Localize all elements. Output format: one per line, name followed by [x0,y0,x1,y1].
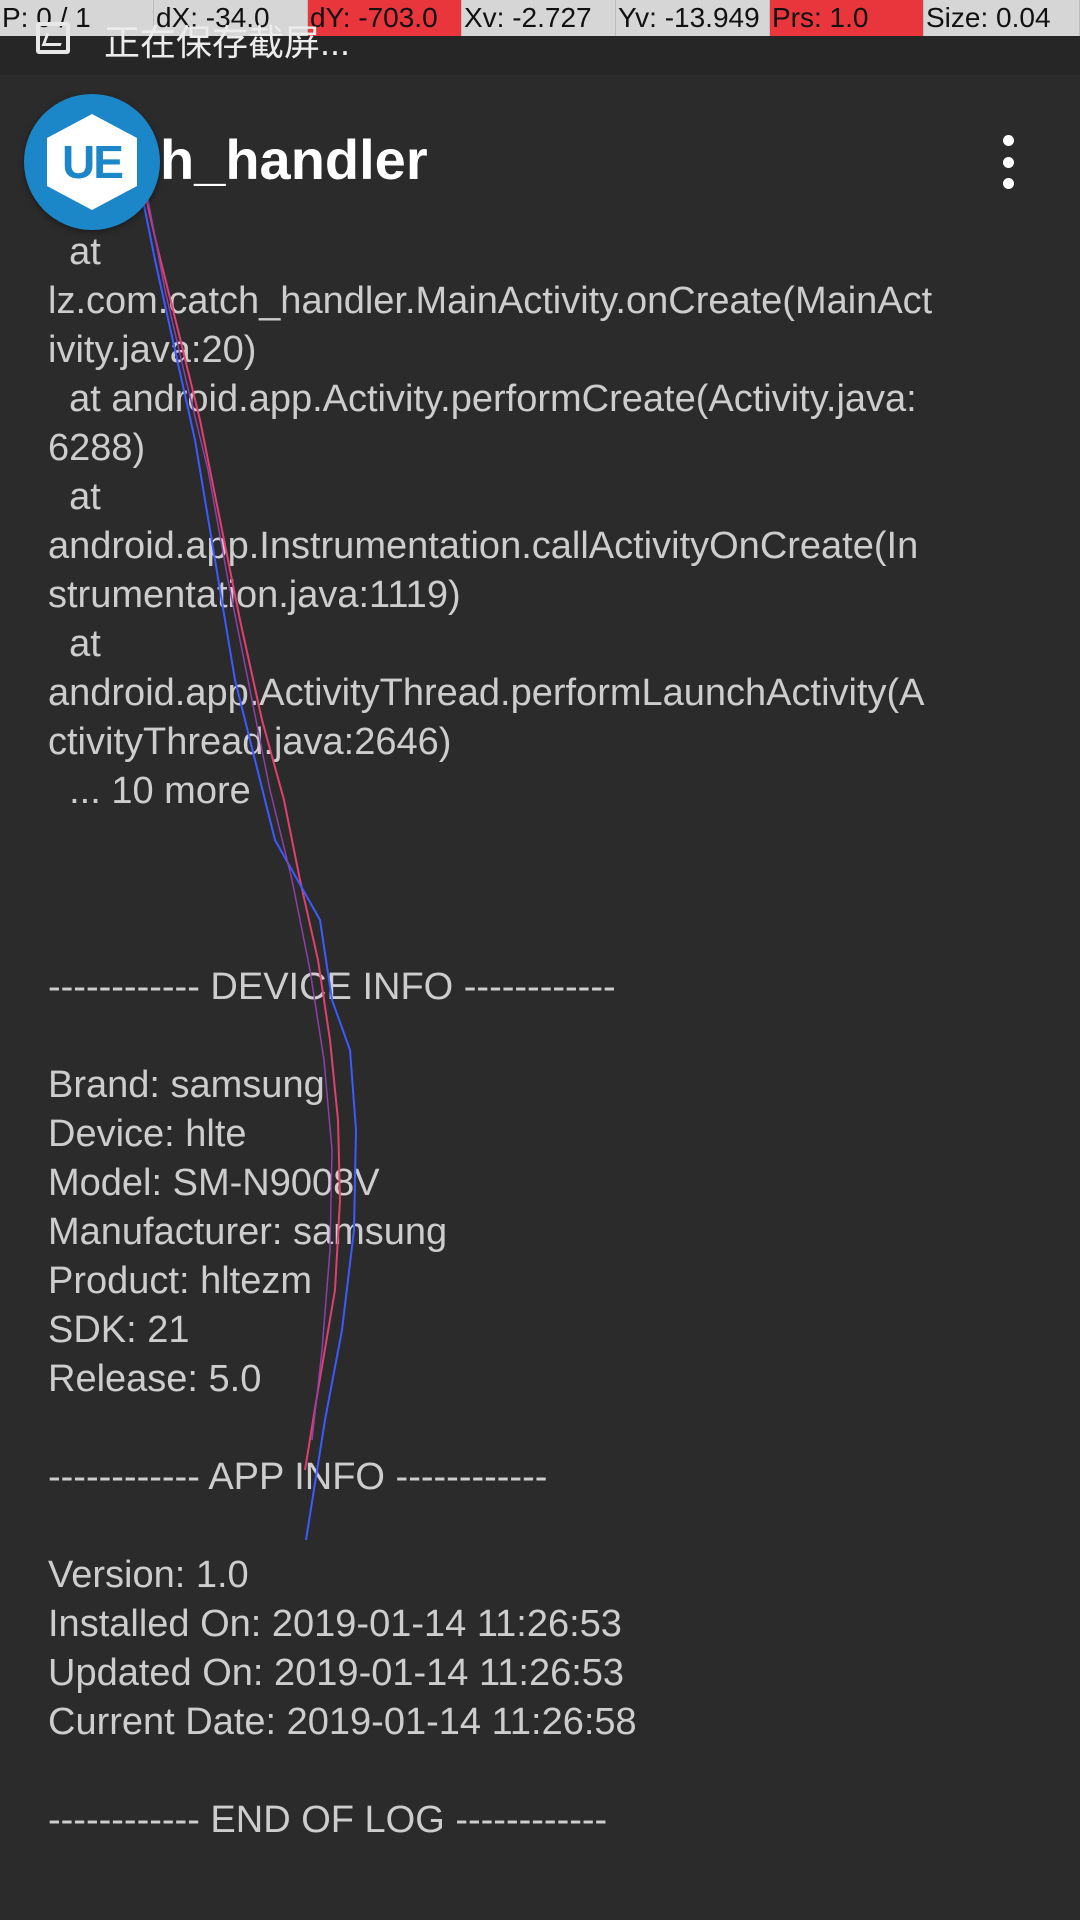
log-line: Brand: samsung [48,1064,325,1106]
menu-dot [1002,135,1014,146]
log-line: android.app.ActivityThread.performLaunch… [48,672,925,714]
screenshot-saving-text: 正在保存截屏... [104,22,351,63]
menu-dot [1002,178,1014,189]
log-line: ivity.java:20) [48,329,257,371]
log-line: Current Date: 2019-01-14 11:26:58 [48,1701,637,1743]
more-vert-icon[interactable] [996,135,1020,189]
debug-velocity-y: Yv: -13.949 [616,0,770,36]
app-toolbar: h_handler [0,75,1080,245]
debug-pressure: Prs: 1.0 [770,0,924,36]
menu-dot [1002,156,1014,168]
log-line: ------------ END OF LOG ------------ [48,1799,608,1841]
log-line: at [48,623,101,665]
log-line: Product: hltezm [48,1260,312,1302]
log-line: Installed On: 2019-01-14 11:26:53 [48,1603,622,1645]
log-line: lz.com.catch_handler.MainActivity.onCrea… [48,280,933,322]
screenshot-icon [36,22,70,54]
log-line: strumentation.java:1119) [48,574,461,616]
log-line: at android.app.Activity.performCreate(Ac… [48,378,917,420]
log-line: Updated On: 2019-01-14 11:26:53 [48,1652,625,1694]
log-line: Version: 1.0 [48,1554,249,1596]
log-line: ctivityThread.java:2646) [48,721,452,763]
log-line: Manufacturer: samsung [48,1211,448,1253]
log-line: SDK: 21 [48,1309,190,1351]
log-line: at [48,476,101,518]
log-line: Release: 5.0 [48,1358,262,1400]
log-line: android.app.Instrumentation.callActivity… [48,525,919,567]
log-line: ... 10 more [48,770,251,812]
crash-log-text: at lz.com.catch_handler.MainActivity.onCr… [48,228,1038,1845]
log-line: ------------ APP INFO ------------ [48,1456,548,1498]
debug-velocity-x: Xv: -2.727 [462,0,616,36]
app-title: h_handler [160,128,428,191]
log-line: 6288) [48,427,146,469]
log-line: at [48,231,101,273]
log-line: Device: hlte [48,1113,247,1155]
floating-ue-button[interactable]: UE [24,94,160,230]
ue-logo-icon: UE [47,114,137,210]
log-line: ------------ DEVICE INFO ------------ [48,966,616,1008]
log-line: Model: SM-N9008V [48,1162,380,1204]
debug-size: Size: 0.04 [924,0,1080,36]
ue-badge-label: UE [62,136,124,188]
